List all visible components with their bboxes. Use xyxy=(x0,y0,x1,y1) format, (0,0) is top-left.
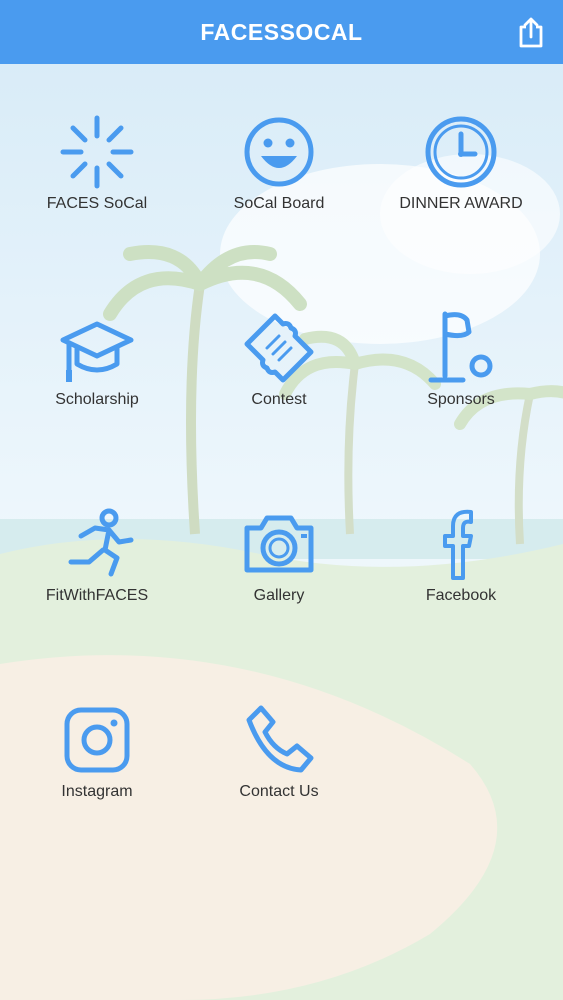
tile-label: Facebook xyxy=(425,587,497,604)
tile-dinner-award[interactable]: DINNER AWARD xyxy=(371,64,551,234)
tile-socal-board[interactable]: SoCal Board xyxy=(189,64,369,234)
sunburst-icon xyxy=(59,114,135,190)
tile-label: Contact Us xyxy=(239,783,319,800)
tile-label: SoCal Board xyxy=(233,195,325,212)
share-icon xyxy=(519,17,543,48)
facebook-icon xyxy=(423,506,499,582)
tile-contest[interactable]: Contest xyxy=(189,260,369,430)
running-person-icon xyxy=(59,506,135,582)
app-title: FACESSOCAL xyxy=(200,18,363,45)
tile-fitwithfaces[interactable]: FitWithFACES xyxy=(7,456,187,626)
app-header: FACESSOCAL xyxy=(0,0,563,64)
instagram-icon xyxy=(59,702,135,778)
tile-label: Scholarship xyxy=(55,391,139,408)
phone-icon xyxy=(241,702,317,778)
tile-instagram[interactable]: Instagram xyxy=(7,652,187,822)
tile-label: Sponsors xyxy=(427,391,495,408)
tile-label: Contest xyxy=(251,391,307,408)
tile-contact-us[interactable]: Contact Us xyxy=(189,652,369,822)
tile-label: FACES SoCal xyxy=(46,195,148,212)
share-button[interactable] xyxy=(513,13,549,51)
tile-label: Gallery xyxy=(253,587,305,604)
tile-gallery[interactable]: Gallery xyxy=(189,456,369,626)
tile-scholarship[interactable]: Scholarship xyxy=(7,260,187,430)
tile-label: Instagram xyxy=(61,783,133,800)
camera-icon xyxy=(241,506,317,582)
graduation-cap-icon xyxy=(59,310,135,386)
tile-label: FitWithFACES xyxy=(45,587,149,604)
smiley-icon xyxy=(241,114,317,190)
tile-label: DINNER AWARD xyxy=(399,195,523,212)
tile-facebook[interactable]: Facebook xyxy=(371,456,551,626)
golf-flag-icon xyxy=(423,310,499,386)
clock-icon xyxy=(423,114,499,190)
tile-sponsors[interactable]: Sponsors xyxy=(371,260,551,430)
tile-faces-socal[interactable]: FACES SoCal xyxy=(7,64,187,234)
ticket-icon xyxy=(241,310,317,386)
